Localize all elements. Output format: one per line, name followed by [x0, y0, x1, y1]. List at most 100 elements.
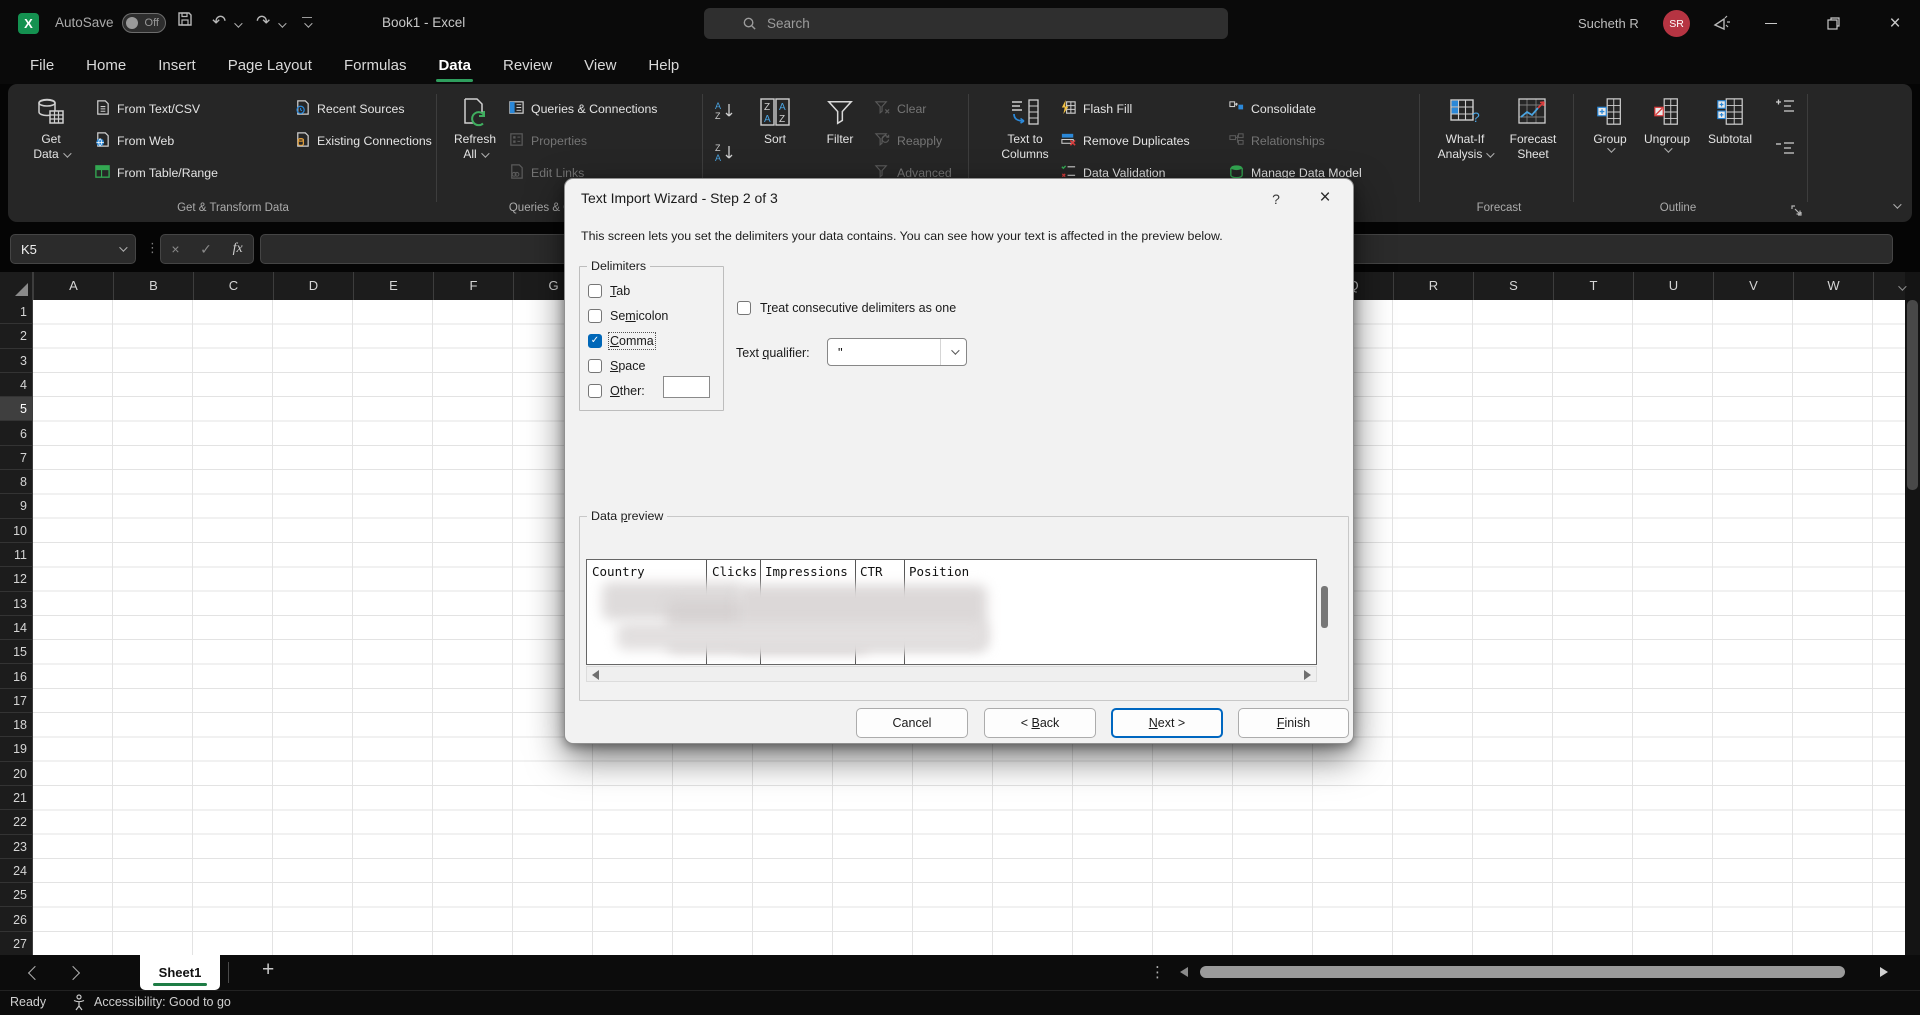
row-header-17[interactable]: 17: [0, 689, 33, 713]
next-sheet-icon[interactable]: [66, 966, 80, 980]
row-header-26[interactable]: 26: [0, 908, 33, 932]
row-header-25[interactable]: 25: [0, 883, 33, 907]
vertical-scrollbar-thumb[interactable]: [1907, 300, 1918, 490]
preview-table[interactable]: CountryClicksImpressionsCTRPosition: [586, 559, 1317, 665]
remove-duplicates-button[interactable]: Remove Duplicates: [1060, 129, 1190, 153]
delimiter-space[interactable]: Space: [580, 353, 723, 378]
row-header-18[interactable]: 18: [0, 713, 33, 737]
checkbox[interactable]: ✓: [588, 334, 602, 348]
collapse-ribbon-icon[interactable]: [1886, 196, 1906, 216]
row-header-16[interactable]: 16: [0, 665, 33, 689]
show-detail-button[interactable]: [1774, 98, 1796, 119]
column-header-S[interactable]: S: [1473, 272, 1553, 300]
preview-vertical-scrollbar-thumb[interactable]: [1321, 586, 1328, 628]
row-header-13[interactable]: 13: [0, 592, 33, 616]
row-header-23[interactable]: 23: [0, 835, 33, 859]
sheet-options-icon[interactable]: ⋮: [1150, 963, 1165, 981]
relationships-button[interactable]: Relationships: [1228, 129, 1325, 153]
row-header-4[interactable]: 4: [0, 373, 33, 397]
cancel-entry-icon[interactable]: ×: [171, 241, 179, 257]
column-header-V[interactable]: V: [1713, 272, 1793, 300]
checkbox[interactable]: [588, 384, 602, 398]
delimiter-semicolon[interactable]: Semicolon: [580, 303, 723, 328]
autosave-toggle[interactable]: Off: [122, 13, 166, 33]
row-header-21[interactable]: 21: [0, 786, 33, 810]
row-header-9[interactable]: 9: [0, 494, 33, 518]
accessibility-status[interactable]: Accessibility: Good to go: [94, 995, 231, 1009]
recent-sources-button[interactable]: Recent Sources: [294, 97, 405, 121]
tab-review[interactable]: Review: [487, 47, 568, 84]
customize-qat-icon[interactable]: [302, 17, 312, 18]
subtotal-button[interactable]: Subtotal: [1700, 92, 1760, 147]
dialog-help-button[interactable]: ?: [1263, 187, 1289, 211]
row-header-10[interactable]: 10: [0, 519, 33, 543]
text-qualifier-dropdown[interactable]: ": [827, 338, 967, 366]
name-box[interactable]: K5: [10, 234, 136, 264]
text-to-columns-button[interactable]: Text to Columns: [996, 92, 1054, 162]
undo-chevron-icon[interactable]: [234, 19, 242, 27]
filter-button[interactable]: Filter: [814, 92, 866, 147]
tab-file[interactable]: File: [14, 47, 70, 84]
horizontal-scrollbar-thumb[interactable]: [1200, 966, 1845, 978]
tab-data[interactable]: Data: [422, 47, 487, 84]
sort-za-button[interactable]: ZA: [714, 142, 736, 169]
row-header-11[interactable]: 11: [0, 543, 33, 567]
row-header-8[interactable]: 8: [0, 470, 33, 494]
column-header-W[interactable]: W: [1793, 272, 1873, 300]
row-header-5[interactable]: 5: [0, 397, 33, 421]
row-header-20[interactable]: 20: [0, 762, 33, 786]
column-header-C[interactable]: C: [193, 272, 273, 300]
save-icon[interactable]: [176, 10, 194, 33]
cancel-button[interactable]: Cancel: [856, 708, 968, 738]
close-button[interactable]: ×: [1872, 0, 1918, 47]
row-header-19[interactable]: 19: [0, 737, 33, 761]
back-button[interactable]: < Back: [984, 708, 1096, 738]
column-header-A[interactable]: A: [33, 272, 113, 300]
row-header-22[interactable]: 22: [0, 810, 33, 834]
excel-app-icon[interactable]: X: [18, 13, 39, 34]
delimiter-tab[interactable]: Tab: [580, 278, 723, 303]
restore-button[interactable]: [1810, 0, 1856, 47]
ungroup-button[interactable]: Ungroup: [1638, 92, 1696, 153]
existing-connections-button[interactable]: Existing Connections: [294, 129, 432, 153]
column-header-D[interactable]: D: [273, 272, 353, 300]
add-sheet-button[interactable]: +: [262, 958, 274, 982]
get-data-button[interactable]: Get Data: [22, 92, 80, 162]
tab-formulas[interactable]: Formulas: [328, 47, 423, 84]
checkbox[interactable]: [588, 359, 602, 373]
name-box-chevron-icon[interactable]: [119, 243, 127, 251]
insert-function-icon[interactable]: fx: [233, 241, 243, 257]
row-header-6[interactable]: 6: [0, 422, 33, 446]
preview-horizontal-scrollbar[interactable]: [586, 666, 1317, 682]
flash-fill-button[interactable]: Flash Fill: [1060, 97, 1132, 121]
group-button[interactable]: Group: [1584, 92, 1636, 153]
column-header-E[interactable]: E: [353, 272, 433, 300]
other-delimiter-input[interactable]: [663, 376, 710, 398]
undo-icon[interactable]: ↶: [212, 12, 226, 32]
from-web-button[interactable]: From Web: [94, 129, 174, 153]
vertical-scrollbar[interactable]: [1905, 272, 1920, 955]
coming-soon-icon[interactable]: [1712, 13, 1732, 38]
delimiter-comma[interactable]: ✓Comma: [580, 328, 723, 353]
row-header-12[interactable]: 12: [0, 567, 33, 591]
minimize-button[interactable]: [1748, 0, 1794, 47]
dialog-close-button[interactable]: ×: [1311, 185, 1339, 211]
prev-sheet-icon[interactable]: [28, 966, 42, 980]
confirm-entry-icon[interactable]: ✓: [200, 241, 212, 258]
tab-home[interactable]: Home: [70, 47, 142, 84]
search-input[interactable]: Search: [704, 8, 1228, 39]
formula-bar-expand-icon[interactable]: [1898, 278, 1904, 296]
user-name[interactable]: Sucheth R: [1578, 16, 1639, 31]
row-header-15[interactable]: 15: [0, 640, 33, 664]
column-header-T[interactable]: T: [1553, 272, 1633, 300]
hscroll-left-icon[interactable]: [1180, 967, 1188, 977]
queries-connections-button[interactable]: Queries & Connections: [508, 97, 657, 121]
next-button[interactable]: Next >: [1111, 708, 1223, 738]
properties-button[interactable]: Properties: [508, 129, 587, 153]
clear-filter-button[interactable]: Clear: [874, 97, 926, 121]
column-header-R[interactable]: R: [1393, 272, 1473, 300]
treat-consecutive-checkbox[interactable]: Treat consecutive delimiters as one: [737, 301, 956, 315]
scroll-left-icon[interactable]: [592, 670, 599, 680]
redo-icon[interactable]: ↷: [256, 12, 270, 32]
from-table-range-button[interactable]: From Table/Range: [94, 161, 218, 185]
